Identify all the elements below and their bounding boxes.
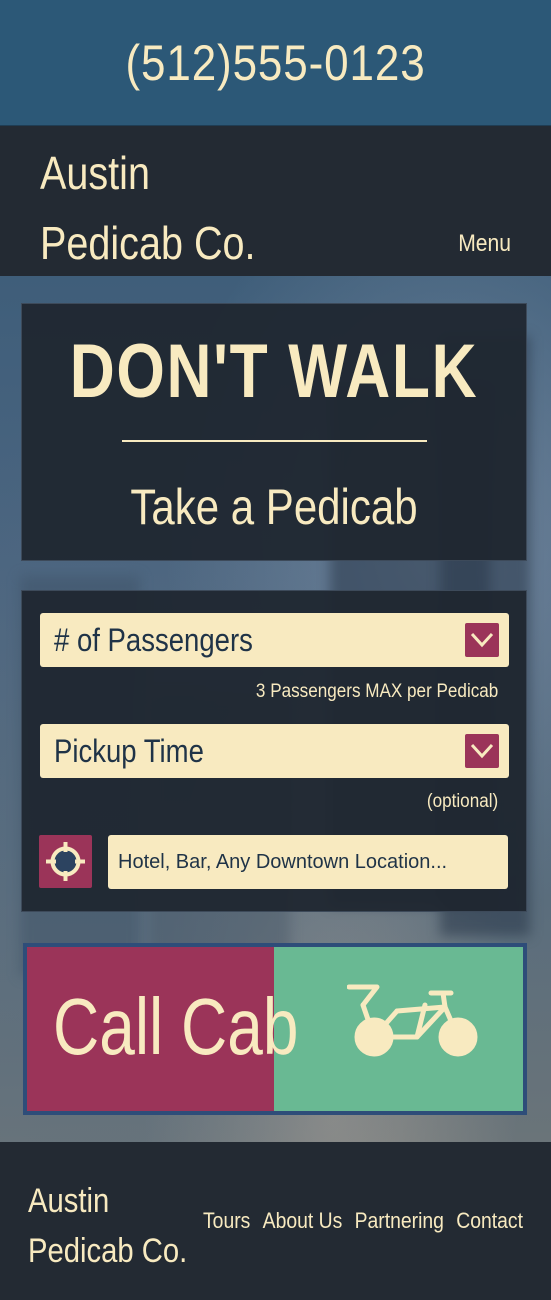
- pickup-time-select[interactable]: Pickup Time: [40, 724, 509, 778]
- brand-line-2: Pedicab Co.: [40, 217, 256, 269]
- footer-link-contact[interactable]: Contact: [456, 1208, 523, 1234]
- brand-logo[interactable]: Austin Pedicab Co.: [40, 138, 256, 278]
- passengers-select-label: # of Passengers: [54, 621, 253, 658]
- passengers-hint: 3 Passengers MAX per Pedicab: [255, 681, 498, 702]
- pickup-time-hint: (optional): [426, 791, 498, 812]
- chevron-down-icon[interactable]: [465, 734, 499, 768]
- divider: [122, 440, 427, 442]
- location-input[interactable]: [108, 835, 508, 889]
- site-footer: Austin Pedicab Co. Tours About Us Partne…: [0, 1142, 551, 1300]
- footer-brand-line-2: Pedicab Co.: [28, 1232, 188, 1270]
- pickup-time-select-label: Pickup Time: [54, 732, 204, 769]
- passengers-select[interactable]: # of Passengers: [40, 613, 509, 667]
- tagline-panel: DON'T WALK Take a Pedicab: [21, 303, 527, 561]
- crosshair-icon[interactable]: [39, 835, 92, 888]
- brand-line-1: Austin: [40, 147, 150, 199]
- bicycle-icon: [347, 984, 478, 1057]
- booking-form: # of Passengers 3 Passengers MAX per Ped…: [21, 590, 527, 912]
- call-cab-button[interactable]: Call Cab: [23, 943, 527, 1115]
- chevron-down-icon[interactable]: [465, 623, 499, 657]
- footer-nav: Tours About Us Partnering Contact: [203, 1208, 523, 1234]
- footer-brand-line-1: Austin: [28, 1182, 110, 1220]
- headline: DON'T WALK: [69, 329, 479, 414]
- phone-number-link[interactable]: (512)555-0123: [125, 34, 425, 92]
- site-header: Austin Pedicab Co. Menu: [0, 126, 551, 276]
- footer-brand[interactable]: Austin Pedicab Co.: [28, 1176, 187, 1276]
- footer-link-tours[interactable]: Tours: [203, 1208, 250, 1234]
- call-cab-label: Call Cab: [53, 982, 299, 1071]
- footer-link-about-us[interactable]: About Us: [263, 1208, 343, 1234]
- menu-button[interactable]: Menu: [458, 230, 511, 258]
- footer-link-partnering[interactable]: Partnering: [355, 1208, 444, 1234]
- subheadline: Take a Pedicab: [130, 479, 418, 535]
- phone-bar: (512)555-0123: [0, 0, 551, 126]
